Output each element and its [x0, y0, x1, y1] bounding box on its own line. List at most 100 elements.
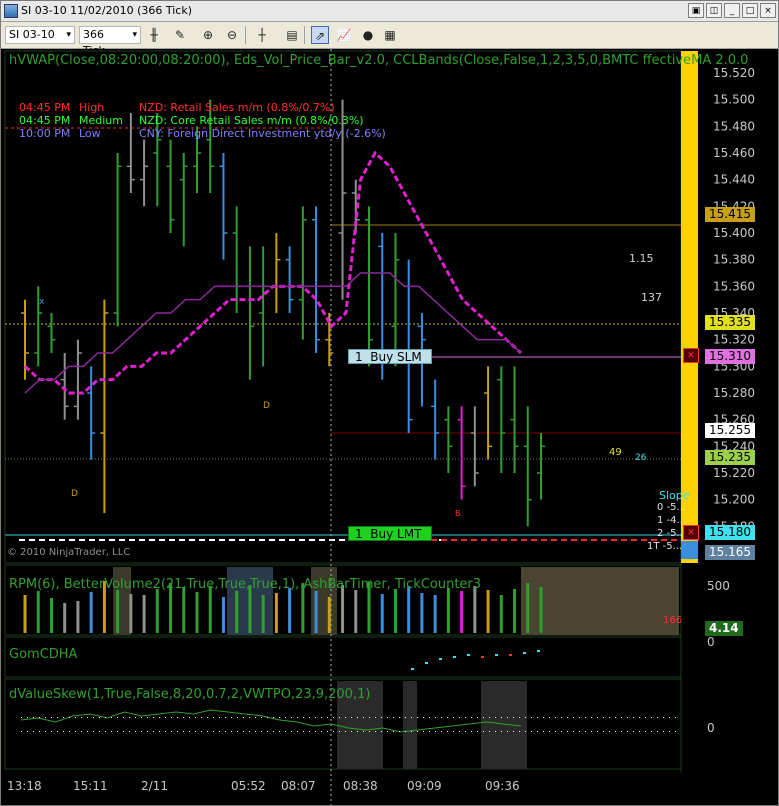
marker-d2: D [71, 489, 78, 499]
skew-dot [57, 717, 58, 718]
news-text-3[interactable]: CNY: Foreign Direct Investment ytd/y (-2… [139, 127, 386, 140]
cancel-lmt-order-button[interactable]: ✕ [683, 525, 699, 540]
buy-slm-order[interactable]: 1 Buy SLM [348, 349, 432, 364]
slope-row-1: 1 -4... [657, 515, 687, 526]
skew-dot [585, 717, 586, 718]
order-label: Buy SLM [370, 350, 422, 364]
skew-dot [213, 717, 214, 718]
skew-dot [243, 717, 244, 718]
skew-dot [423, 731, 424, 732]
zoom-in-icon[interactable]: ⊕ [199, 26, 217, 44]
skew-dot [345, 731, 346, 732]
vwap-band-line [24, 272, 522, 394]
order-qty: 1 [355, 350, 363, 364]
skew-dot [345, 717, 346, 718]
price-axis-tick: 15.360 [713, 279, 755, 293]
chart-window: SI 03-10 11/02/2010 (366 Tick) ▣ ◫ _ □ ×… [0, 0, 779, 806]
skew-dot [495, 731, 496, 732]
skew-dot [477, 731, 478, 732]
pencil-icon[interactable]: ✎ [171, 26, 189, 44]
skew-dot [291, 731, 292, 732]
skew-dot [207, 717, 208, 718]
marker-d1: D [263, 401, 270, 411]
skew-dot [363, 717, 364, 718]
tile-window-button[interactable]: ◫ [706, 3, 722, 18]
price-axis-tick: 15.440 [713, 173, 755, 187]
skew-dot [441, 717, 442, 718]
skew-dot [33, 717, 34, 718]
skew-dot [639, 731, 640, 732]
value-49: 49 [609, 447, 622, 458]
sphere-icon[interactable]: ● [359, 26, 377, 44]
skew-dot [81, 717, 82, 718]
skew-dot [105, 717, 106, 718]
skew-dot [63, 731, 64, 732]
skew-dot [75, 717, 76, 718]
skew-dot [501, 717, 502, 718]
skew-dot [177, 731, 178, 732]
skew-dot [411, 731, 412, 732]
skew-dot [195, 717, 196, 718]
skew-dot [39, 717, 40, 718]
buy-lmt-order[interactable]: 1 Buy LMT [348, 526, 432, 541]
news-impact-3: Low [79, 127, 101, 140]
skew-dot [297, 717, 298, 718]
properties-icon[interactable]: ▤ [283, 26, 301, 44]
minimize-button[interactable]: _ [724, 3, 740, 18]
skew-dot [363, 731, 364, 732]
skew-dot [99, 717, 100, 718]
skew-dot [183, 717, 184, 718]
strategy-icon[interactable]: ⇗ [311, 26, 329, 44]
skew-dot [609, 731, 610, 732]
skew-dot [477, 717, 478, 718]
maximize-button[interactable]: □ [742, 3, 758, 18]
link-window-button[interactable]: ▣ [688, 3, 704, 18]
data-box-icon[interactable]: ▦ [381, 26, 399, 44]
skew-dot [141, 731, 142, 732]
skew-dot [633, 731, 634, 732]
skew-dot [561, 731, 562, 732]
skew-indicator-title: dValueSkew(1,True,False,8,20,0.7,2,VWTPO… [9, 687, 371, 702]
indicator-lines [20, 150, 676, 733]
skew-dot [579, 717, 580, 718]
time-label: 15:11 [73, 779, 108, 793]
price-tag-15235: 15.235 [705, 450, 755, 465]
skew-dot [567, 731, 568, 732]
bars-icon[interactable]: ╫ [145, 26, 163, 44]
close-button[interactable]: × [760, 3, 776, 18]
skew-dot [639, 717, 640, 718]
skew-dot [525, 731, 526, 732]
gom-axis-tick: 0 [707, 635, 715, 649]
instrument-select[interactable]: SI 03-10 [5, 26, 75, 44]
skew-dot [309, 717, 310, 718]
cancel-slm-order-button[interactable]: ✕ [683, 348, 699, 363]
indicator-icon[interactable]: 📈 [335, 26, 353, 44]
skew-dot [597, 731, 598, 732]
news-text-1[interactable]: NZD: Retail Sales m/m (0.8%/0.7%) [139, 101, 335, 114]
skew-dot [675, 717, 676, 718]
skew-dot [201, 731, 202, 732]
skew-dot [183, 731, 184, 732]
skew-dot [261, 731, 262, 732]
skew-dot [537, 717, 538, 718]
skew-dot [87, 731, 88, 732]
skew-dot [315, 717, 316, 718]
skew-dot [591, 731, 592, 732]
skew-dot [483, 717, 484, 718]
value-26: 26 [635, 453, 647, 463]
skew-dot [159, 731, 160, 732]
skew-dot [519, 731, 520, 732]
price-tag-15310: 15.310 [705, 349, 755, 364]
skew-dot [459, 731, 460, 732]
skew-dot [135, 731, 136, 732]
skew-dot [201, 717, 202, 718]
news-text-2[interactable]: NZD: Core Retail Sales m/m (0.8%/0.3%) [139, 114, 364, 127]
title-bar[interactable]: SI 03-10 11/02/2010 (366 Tick) ▣ ◫ _ □ × [1, 1, 778, 22]
skew-dot [231, 731, 232, 732]
skew-dot [159, 717, 160, 718]
chart-area[interactable]: 15.52015.50015.48015.46015.44015.42015.4… [1, 49, 778, 805]
period-select[interactable]: 366 Tick [79, 26, 141, 57]
skew-axis-tick: 0 [707, 721, 715, 735]
crosshair-icon[interactable]: ┼ [253, 26, 271, 44]
zoom-out-icon[interactable]: ⊖ [223, 26, 241, 44]
